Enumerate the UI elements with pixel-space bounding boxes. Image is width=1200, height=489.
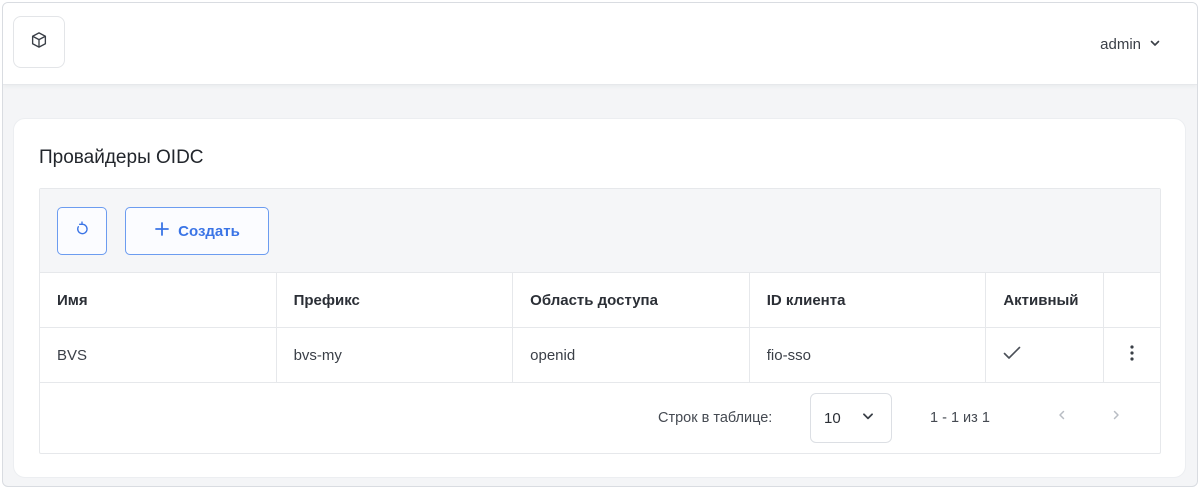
- chevron-right-icon: [1111, 409, 1121, 425]
- column-header-actions: [1104, 273, 1160, 327]
- prev-page-button[interactable]: [1050, 405, 1074, 429]
- cell-scope: openid: [513, 328, 750, 382]
- create-button[interactable]: Создать: [125, 207, 269, 255]
- chevron-down-icon: [861, 409, 875, 427]
- cube-icon: [30, 31, 48, 54]
- providers-table: Создать Имя Префикс Область доступа ID к…: [39, 188, 1161, 454]
- logo-button[interactable]: [13, 16, 65, 68]
- column-header-name[interactable]: Имя: [40, 273, 277, 327]
- chevron-left-icon: [1057, 409, 1067, 425]
- create-button-label: Создать: [178, 222, 240, 240]
- refresh-icon: [74, 221, 90, 241]
- rows-per-page-select[interactable]: 10: [810, 393, 892, 443]
- row-actions-button[interactable]: [1104, 328, 1160, 382]
- app-window: admin Провайдеры OIDC Создать Имя Префик…: [2, 2, 1198, 487]
- table-header: Имя Префикс Область доступа ID клиента А…: [40, 273, 1160, 328]
- check-icon: [1003, 346, 1021, 364]
- cell-prefix: bvs-my: [277, 328, 514, 382]
- column-header-scope[interactable]: Область доступа: [513, 273, 750, 327]
- table-pagination: Строк в таблице: 10 1 - 1 из 1: [40, 383, 1160, 455]
- top-bar: admin: [3, 3, 1197, 85]
- chevron-down-icon: [1149, 36, 1161, 53]
- column-header-prefix[interactable]: Префикс: [277, 273, 514, 327]
- user-name: admin: [1100, 35, 1141, 53]
- refresh-button[interactable]: [57, 207, 107, 255]
- rows-per-page-label: Строк в таблице:: [658, 410, 773, 426]
- user-menu[interactable]: admin: [1100, 33, 1161, 55]
- table-row[interactable]: BVS bvs-my openid fio-sso: [40, 328, 1160, 383]
- next-page-button[interactable]: [1104, 405, 1128, 429]
- column-header-active[interactable]: Активный: [986, 273, 1105, 327]
- more-vertical-icon: [1130, 345, 1134, 365]
- page-title: Провайдеры OIDC: [39, 147, 204, 168]
- rows-per-page-value: 10: [824, 409, 841, 427]
- column-header-client-id[interactable]: ID клиента: [750, 273, 987, 327]
- plus-icon: [154, 221, 170, 241]
- cell-active: [986, 328, 1105, 382]
- table-toolbar: Создать: [40, 189, 1160, 273]
- providers-card: Провайдеры OIDC Создать Имя Префикс Обла…: [13, 118, 1186, 478]
- cell-name: BVS: [40, 328, 277, 382]
- cell-client-id: fio-sso: [750, 328, 987, 382]
- pagination-range: 1 - 1 из 1: [930, 410, 990, 426]
